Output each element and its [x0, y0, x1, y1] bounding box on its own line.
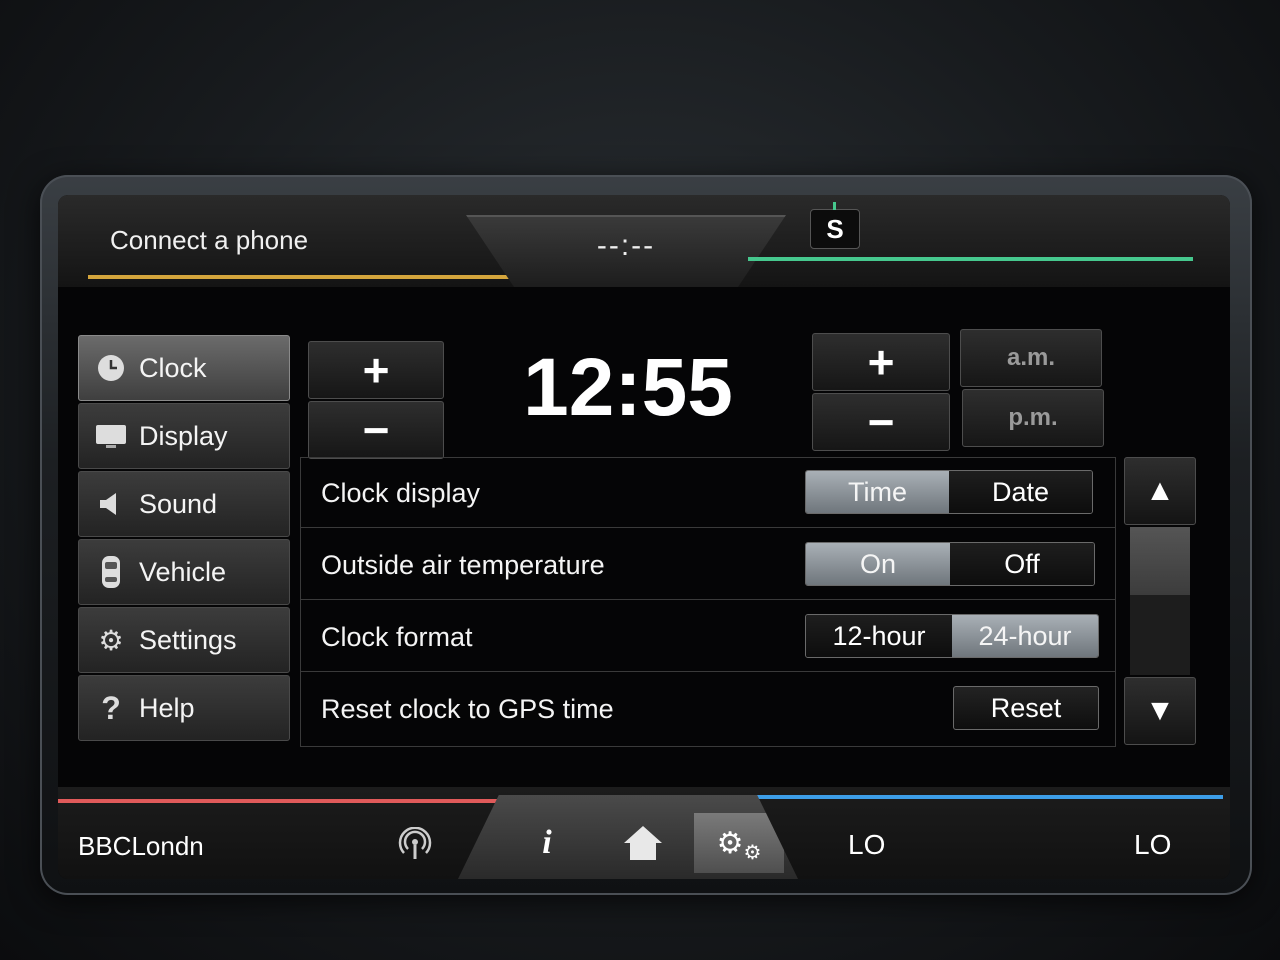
setting-row-outside-temp: Outside air temperature On Off	[301, 530, 1115, 600]
home-dock: i ⚙ ⚙	[458, 795, 798, 879]
am-button[interactable]: a.m.	[960, 329, 1102, 387]
option-on[interactable]: On	[806, 543, 950, 585]
sidebar-item-sound[interactable]: Sound	[78, 471, 290, 537]
help-icon: ?	[101, 689, 121, 726]
sidebar-item-display[interactable]: Display	[78, 403, 290, 469]
hour-minus-button[interactable]: −	[308, 401, 444, 459]
scroll-up-button[interactable]: ▲	[1124, 457, 1196, 525]
radio-station-label[interactable]: BBCLondn	[78, 831, 204, 862]
time-display: 12:55	[523, 342, 733, 433]
option-12-hour[interactable]: 12-hour	[806, 615, 952, 657]
scroll-thumb[interactable]	[1130, 527, 1190, 595]
compass-indicator: S	[810, 202, 860, 249]
climate-right-temp[interactable]: LO	[1134, 829, 1171, 861]
reset-button[interactable]: Reset	[953, 686, 1099, 730]
sidebar-item-vehicle[interactable]: Vehicle	[78, 539, 290, 605]
top-status-bar: Connect a phone --:-- S	[58, 195, 1230, 287]
audio-accent-line	[58, 799, 498, 803]
sidebar-item-label: Clock	[139, 352, 207, 383]
sidebar-item-label: Vehicle	[139, 556, 227, 587]
sidebar-item-label: Settings	[139, 624, 237, 655]
minute-plus-button[interactable]: +	[812, 333, 950, 391]
setting-row-clock-display: Clock display Time Date	[301, 458, 1115, 528]
setting-row-reset-gps: Reset clock to GPS time Reset	[301, 674, 1115, 744]
clock-settings-list: Clock display Time Date Outside air temp…	[300, 457, 1116, 747]
setting-row-clock-format: Clock format 12-hour 24-hour	[301, 602, 1115, 672]
settings-sidebar: Clock Display Sound Vehicle ⚙ Settings ?	[78, 335, 290, 743]
option-date[interactable]: Date	[949, 471, 1092, 513]
scroll-down-button[interactable]: ▼	[1124, 677, 1196, 745]
home-icon[interactable]	[598, 813, 688, 873]
setting-label: Clock display	[321, 478, 481, 508]
radio-broadcast-icon	[398, 826, 432, 868]
clock-format-toggle[interactable]: 12-hour 24-hour	[805, 614, 1099, 658]
outside-temp-toggle[interactable]: On Off	[805, 542, 1095, 586]
setting-label: Clock format	[321, 622, 473, 652]
scroll-track[interactable]	[1130, 527, 1190, 675]
option-24-hour[interactable]: 24-hour	[952, 615, 1098, 657]
sidebar-item-help[interactable]: ? Help	[78, 675, 290, 741]
climate-accent-line	[748, 795, 1223, 799]
car-icon	[93, 554, 129, 590]
hour-plus-button[interactable]: +	[308, 341, 444, 399]
setting-label: Reset clock to GPS time	[321, 694, 614, 724]
minute-minus-button[interactable]: −	[812, 393, 950, 451]
pm-button[interactable]: p.m.	[962, 389, 1104, 447]
nav-accent-line	[748, 257, 1193, 261]
arrow-up-icon: ▲	[1145, 474, 1175, 507]
connect-phone-label[interactable]: Connect a phone	[110, 225, 308, 256]
display-icon	[93, 418, 129, 454]
climate-left-temp[interactable]: LO	[848, 829, 885, 861]
settings-gears-icon[interactable]: ⚙ ⚙	[694, 813, 784, 873]
clock-display-toggle[interactable]: Time Date	[805, 470, 1093, 514]
sidebar-item-settings[interactable]: ⚙ Settings	[78, 607, 290, 673]
top-clock-text: --:--	[596, 229, 656, 262]
gear-icon: ⚙	[98, 624, 124, 656]
sidebar-item-label: Sound	[139, 488, 218, 519]
phone-accent-line	[88, 275, 528, 279]
bottom-bar: BBCLondn i ⚙ ⚙ LO LO	[58, 787, 1230, 879]
option-time[interactable]: Time	[806, 471, 949, 513]
sidebar-item-label: Display	[139, 420, 228, 451]
arrow-down-icon: ▼	[1145, 694, 1175, 727]
list-scrollbar[interactable]: ▲ ▼	[1124, 457, 1196, 745]
infotainment-screen: Connect a phone --:-- S Clock Display So…	[58, 195, 1230, 879]
setting-label: Outside air temperature	[321, 550, 605, 580]
speaker-icon	[93, 486, 129, 522]
info-icon[interactable]: i	[502, 813, 592, 873]
sidebar-item-clock[interactable]: Clock	[78, 335, 290, 401]
top-clock-tab: --:--	[466, 215, 786, 287]
sidebar-item-label: Help	[139, 692, 195, 723]
option-off[interactable]: Off	[950, 543, 1094, 585]
clock-icon	[93, 350, 129, 386]
